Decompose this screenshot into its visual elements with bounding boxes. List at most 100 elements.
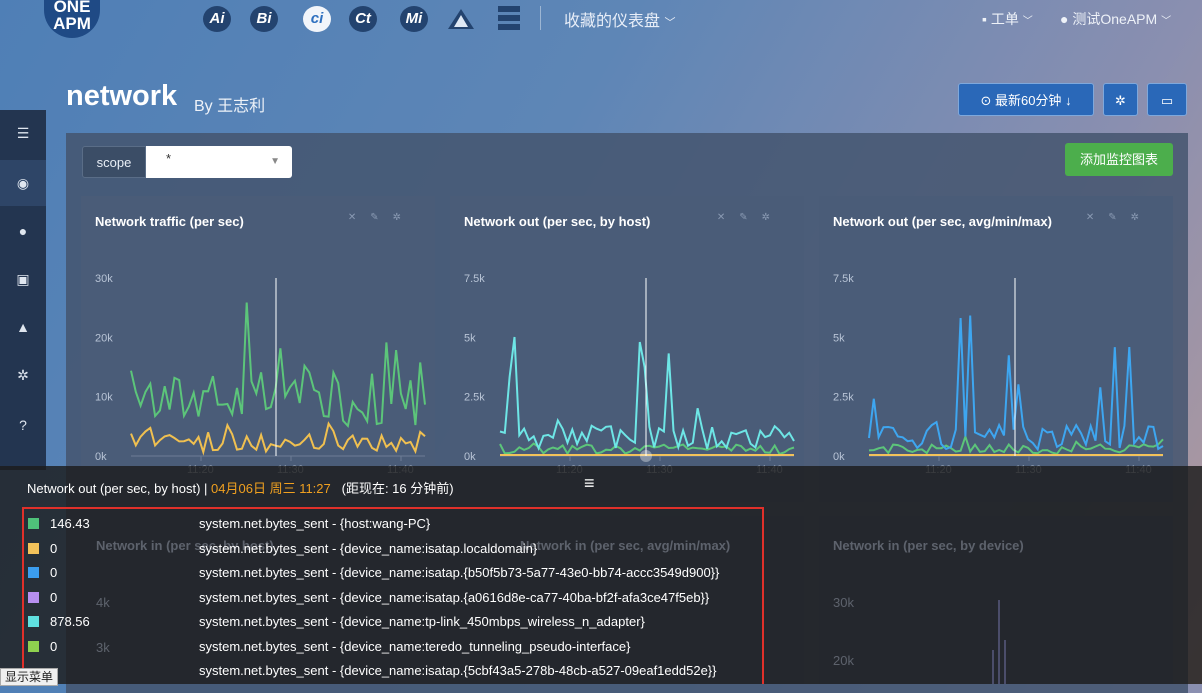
sidebar-circle-icon[interactable]: ● (0, 208, 46, 254)
y-tick-label: 0k (833, 451, 845, 463)
legend-series-name: system.net.bytes_sent - {device_name:isa… (199, 565, 720, 580)
network-traffic-chart[interactable]: 30k20k10k0k11:2011:3011:40 (81, 196, 435, 502)
background-tick: 20k (833, 653, 854, 668)
chevron-down-icon: ﹀ (664, 17, 676, 29)
user-label: 测试OneAPM (1072, 11, 1158, 27)
sidebar-gear-icon[interactable]: ✲ (0, 352, 46, 398)
panel-title: Network out (per sec, avg/min/max) (833, 214, 1052, 229)
y-tick-label: 20k (95, 332, 113, 344)
tooltip-title: Network out (per sec, by host) (27, 481, 201, 496)
tooltip-datetime: 04月06日 周三 11:27 (211, 481, 331, 496)
document-icon: ▪ (982, 11, 987, 27)
legend-series-name: system.net.bytes_sent - {device_name:isa… (199, 663, 717, 678)
caret-down-icon: ▼ (270, 156, 280, 167)
favorite-dashboards-label: 收藏的仪表盘 (564, 13, 661, 30)
y-tick-label: 2.5k (833, 392, 854, 404)
y-tick-label: 2.5k (464, 392, 485, 404)
monitor-icon: ▭ (1160, 93, 1174, 108)
user-menu[interactable]: ● 测试OneAPM ﹀ (1060, 9, 1171, 29)
app-mi-icon[interactable]: Mi (400, 6, 428, 32)
favorite-dashboards-menu[interactable]: 收藏的仪表盘 ﹀ (564, 7, 675, 31)
panel-tools[interactable]: ✕✎✲ (717, 212, 784, 223)
tooltip-separator: | (204, 481, 208, 496)
legend-series-name: system.net.bytes_sent - {device_name:ter… (199, 638, 631, 654)
network-out-avg-chart[interactable]: 7.5k5k2.5k0k11:2011:3011:40 (819, 196, 1173, 502)
legend-value: 0 (50, 589, 58, 605)
time-range-label: 最新60分钟 (994, 93, 1062, 108)
panel-title: Network traffic (per sec) (95, 214, 244, 229)
chevron-down-icon: ﹀ (1161, 16, 1172, 27)
panel-tools[interactable]: ✕✎✲ (348, 212, 415, 223)
y-tick-label: 7.5k (833, 273, 854, 285)
series-line (130, 302, 426, 429)
time-range-button[interactable]: ⊙ 最新60分钟 ↓ (958, 83, 1094, 116)
arrow-down-icon: ↓ (1065, 93, 1072, 108)
page-title: network (66, 80, 178, 112)
gear-icon: ✲ (1115, 93, 1126, 108)
background-tick: 30k (833, 595, 854, 610)
scope-value: * (166, 151, 172, 166)
series-line (130, 421, 426, 456)
y-tick-label: 30k (95, 273, 113, 285)
series-line (868, 315, 1164, 452)
legend-value: 878.56 (50, 614, 90, 629)
hamburger-menu-icon[interactable]: ≡ (584, 473, 595, 494)
panel-network-out-avg: 7.5k5k2.5k0k11:2011:3011:40 Network out … (819, 196, 1173, 502)
panel-title: Network out (per sec, by host) (464, 214, 651, 229)
y-tick-label: 5k (833, 332, 845, 344)
show-menu-button[interactable]: 显示菜单 (0, 668, 59, 686)
legend-series-name: system.net.bytes_sent - {device_name:isa… (199, 540, 538, 556)
y-tick-label: 0k (464, 451, 476, 463)
panel-network-traffic: 30k20k10k0k11:2011:3011:40 Network traff… (81, 196, 435, 502)
legend-swatch (28, 616, 39, 627)
sidebar-help-icon[interactable]: ? (0, 402, 46, 448)
background-panel-title: Network in (per sec, by device) (833, 538, 1024, 553)
top-nav: ONE APM Ai Bi ci Ct Mi 收藏的仪表盘 ﹀ ▪ 工单 ﹀ ●… (0, 0, 1202, 40)
app-ct-icon[interactable]: Ct (349, 6, 377, 32)
legend-swatch (28, 542, 39, 554)
legend-series-name: system.net.bytes_sent - {device_name:tp-… (199, 614, 645, 629)
legend-swatch (28, 518, 39, 529)
ticket-menu[interactable]: ▪ 工单 ﹀ (982, 9, 1033, 29)
nav-separator (540, 6, 541, 30)
panel-network-out-by-host: 7.5k5k2.5k0k11:2011:3011:40 Network out … (450, 196, 804, 502)
y-tick-label: 10k (95, 392, 113, 404)
legend-series-name: system.net.bytes_sent - {host:wang-PC} (199, 516, 431, 531)
y-tick-label: 0k (95, 451, 107, 463)
scope-label: scope (82, 146, 146, 178)
user-icon: ● (1060, 11, 1069, 27)
legend-value: 0 (50, 565, 58, 580)
scope-select[interactable]: * ▼ (146, 146, 292, 178)
app-ai-icon[interactable]: Ai (203, 6, 231, 32)
oneapm-logo[interactable]: ONE APM (44, 0, 100, 38)
legend-swatch (28, 567, 39, 578)
left-sidebar: ☰ ◉ ● ▣ ▲ ✲ ? (0, 110, 46, 470)
sidebar-calendar-icon[interactable]: ▣ (0, 256, 46, 302)
network-out-by-host-chart[interactable]: 7.5k5k2.5k0k11:2011:3011:40 (450, 196, 804, 502)
y-tick-label: 5k (464, 332, 476, 344)
panel-tools[interactable]: ✕✎✲ (1086, 212, 1153, 223)
server-list-icon[interactable] (497, 5, 521, 31)
background-bars (992, 600, 1006, 684)
chevron-down-icon: ﹀ (1022, 16, 1033, 27)
legend-swatch (28, 640, 39, 652)
fullscreen-button[interactable]: ▭ (1147, 83, 1187, 116)
tooltip-header: Network out (per sec, by host) | 04月06日 … (27, 478, 454, 497)
settings-button[interactable]: ✲ (1103, 83, 1138, 116)
clock-icon: ⊙ (980, 93, 992, 108)
add-chart-button[interactable]: 添加监控图表 (1065, 143, 1173, 176)
sidebar-dashboard-icon[interactable]: ◉ (0, 160, 46, 206)
legend-swatch (28, 591, 39, 603)
ticket-label: 工单 (990, 11, 1019, 27)
tooltip-relative-time: (距现在: 16 分钟前) (341, 481, 454, 496)
app-ci-icon[interactable]: ci (303, 6, 331, 32)
sidebar-bell-icon[interactable]: ▲ (0, 304, 46, 350)
alert-triangle-icon[interactable] (447, 7, 475, 31)
series-line (499, 336, 795, 451)
app-bi-icon[interactable]: Bi (250, 6, 278, 32)
legend-series-name: system.net.bytes_sent - {device_name:isa… (199, 589, 710, 605)
page-author: By 王志利 (194, 98, 266, 115)
crosshair-marker (640, 450, 652, 462)
sidebar-list-icon[interactable]: ☰ (0, 110, 46, 156)
legend-value: 146.43 (50, 516, 90, 531)
